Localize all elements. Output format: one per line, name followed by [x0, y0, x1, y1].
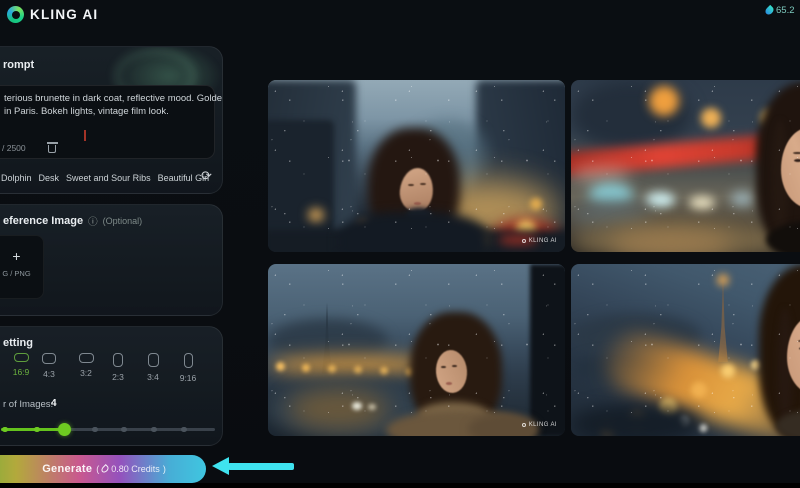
setting-panel: etting 16:9 4:3 3:2 2:3 3:4 9:16 r of Im… — [0, 326, 223, 446]
generated-image-3[interactable]: KLING AI — [268, 264, 565, 436]
cost-droplet-icon — [100, 464, 110, 474]
ratio-16-9[interactable]: 16:9 — [8, 353, 34, 377]
credits-value: 65.2 — [776, 5, 795, 16]
credits-balance[interactable]: 65.2 — [766, 5, 795, 16]
slider-tick[interactable] — [2, 427, 8, 433]
generated-image-grid: KLING AI — [268, 80, 800, 436]
prompt-title: rompt — [3, 59, 34, 71]
prompt-suggestion-chips: Dolphin Desk Sweet and Sour Ribs Beautif… — [1, 173, 209, 183]
rain-overlay — [571, 80, 800, 252]
credits-droplet-icon — [764, 5, 775, 16]
slider-tick[interactable] — [181, 427, 187, 433]
generated-image-4[interactable]: KLING AI — [571, 264, 800, 436]
generate-cost: ( 0.80 Credits ) — [96, 464, 166, 474]
char-counter: / 2500 — [2, 143, 26, 153]
setting-title: etting — [3, 337, 33, 349]
rain-overlay — [268, 80, 565, 252]
rain-overlay — [268, 264, 565, 436]
number-of-images-value: 4 — [51, 398, 57, 409]
number-of-images-slider[interactable] — [1, 421, 215, 437]
kling-logo-icon — [7, 6, 24, 23]
chip-sweet-and-sour-ribs[interactable]: Sweet and Sour Ribs — [66, 173, 151, 183]
arrow-shaft — [228, 463, 294, 470]
info-icon[interactable]: ⓘ — [88, 214, 98, 228]
letterbox-bottom — [0, 483, 800, 488]
generated-image-1[interactable]: KLING AI — [268, 80, 565, 252]
watermark: KLING AI — [522, 422, 557, 428]
slider-knob[interactable] — [58, 423, 71, 436]
reference-image-panel: eference Image ⓘ (Optional) + G / PNG — [0, 204, 223, 316]
ratio-3-2[interactable]: 3:2 — [73, 353, 99, 378]
generate-label: Generate — [42, 463, 92, 475]
refresh-icon[interactable]: ⟳ — [201, 168, 212, 184]
kling-ai-app: KLING AI 65.2 rompt terious brunette in … — [0, 0, 800, 488]
generate-button[interactable]: Generate ( 0.80 Credits ) — [0, 455, 206, 483]
ratio-9-16[interactable]: 9:16 — [175, 353, 201, 383]
aspect-ratio-selector: 16:9 4:3 3:2 2:3 3:4 9:16 — [1, 353, 215, 405]
arrow-head — [212, 457, 229, 475]
plus-icon: + — [0, 249, 43, 263]
watermark-icon — [522, 423, 526, 427]
rain-overlay — [571, 264, 800, 436]
slider-tick[interactable] — [92, 427, 98, 433]
slider-tick[interactable] — [34, 427, 40, 433]
slider-tick[interactable] — [121, 427, 127, 433]
text-caret — [84, 130, 86, 141]
prompt-panel: rompt terious brunette in dark coat, ref… — [0, 46, 223, 194]
upload-reference-button[interactable]: + G / PNG — [0, 235, 44, 299]
brand-logo[interactable]: KLING AI — [7, 6, 98, 23]
top-bar: KLING AI 65.2 — [0, 0, 800, 30]
prompt-text-line1: terious brunette in dark coat, reflectiv… — [4, 93, 223, 104]
chip-dolphin[interactable]: Dolphin — [1, 173, 32, 183]
ratio-3-4[interactable]: 3:4 — [140, 353, 166, 382]
pointer-arrow-annotation — [212, 457, 294, 476]
prompt-textarea[interactable]: terious brunette in dark coat, reflectiv… — [0, 85, 215, 159]
optional-label: (Optional) — [103, 216, 143, 226]
brand-name: KLING AI — [30, 7, 98, 22]
number-of-images-label: r of Images: — [3, 399, 53, 410]
prompt-text-line2: in Paris. Bokeh lights, vintage film loo… — [4, 106, 169, 117]
watermark: KLING AI — [522, 238, 557, 244]
chip-desk[interactable]: Desk — [39, 173, 60, 183]
slider-tick[interactable] — [151, 427, 157, 433]
ratio-4-3[interactable]: 4:3 — [36, 353, 62, 379]
trash-icon[interactable] — [48, 145, 56, 153]
reference-image-title: eference Image — [3, 215, 83, 227]
watermark-icon — [522, 239, 526, 243]
generated-image-2[interactable]: KLING AI — [571, 80, 800, 252]
upload-formats-label: G / PNG — [0, 269, 43, 278]
ratio-2-3[interactable]: 2:3 — [105, 353, 131, 382]
